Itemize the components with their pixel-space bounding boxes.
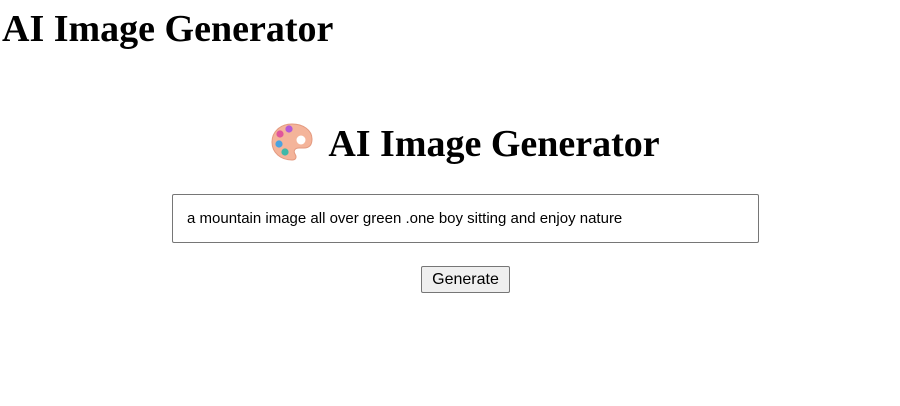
page-title: AI Image Generator [2,8,334,50]
prompt-input[interactable] [172,194,759,243]
generate-button[interactable]: Generate [421,266,510,293]
app-heading-text: AI Image Generator [328,123,660,165]
app-heading: AI Image Generator [0,122,900,166]
artist-palette-icon [270,122,314,162]
